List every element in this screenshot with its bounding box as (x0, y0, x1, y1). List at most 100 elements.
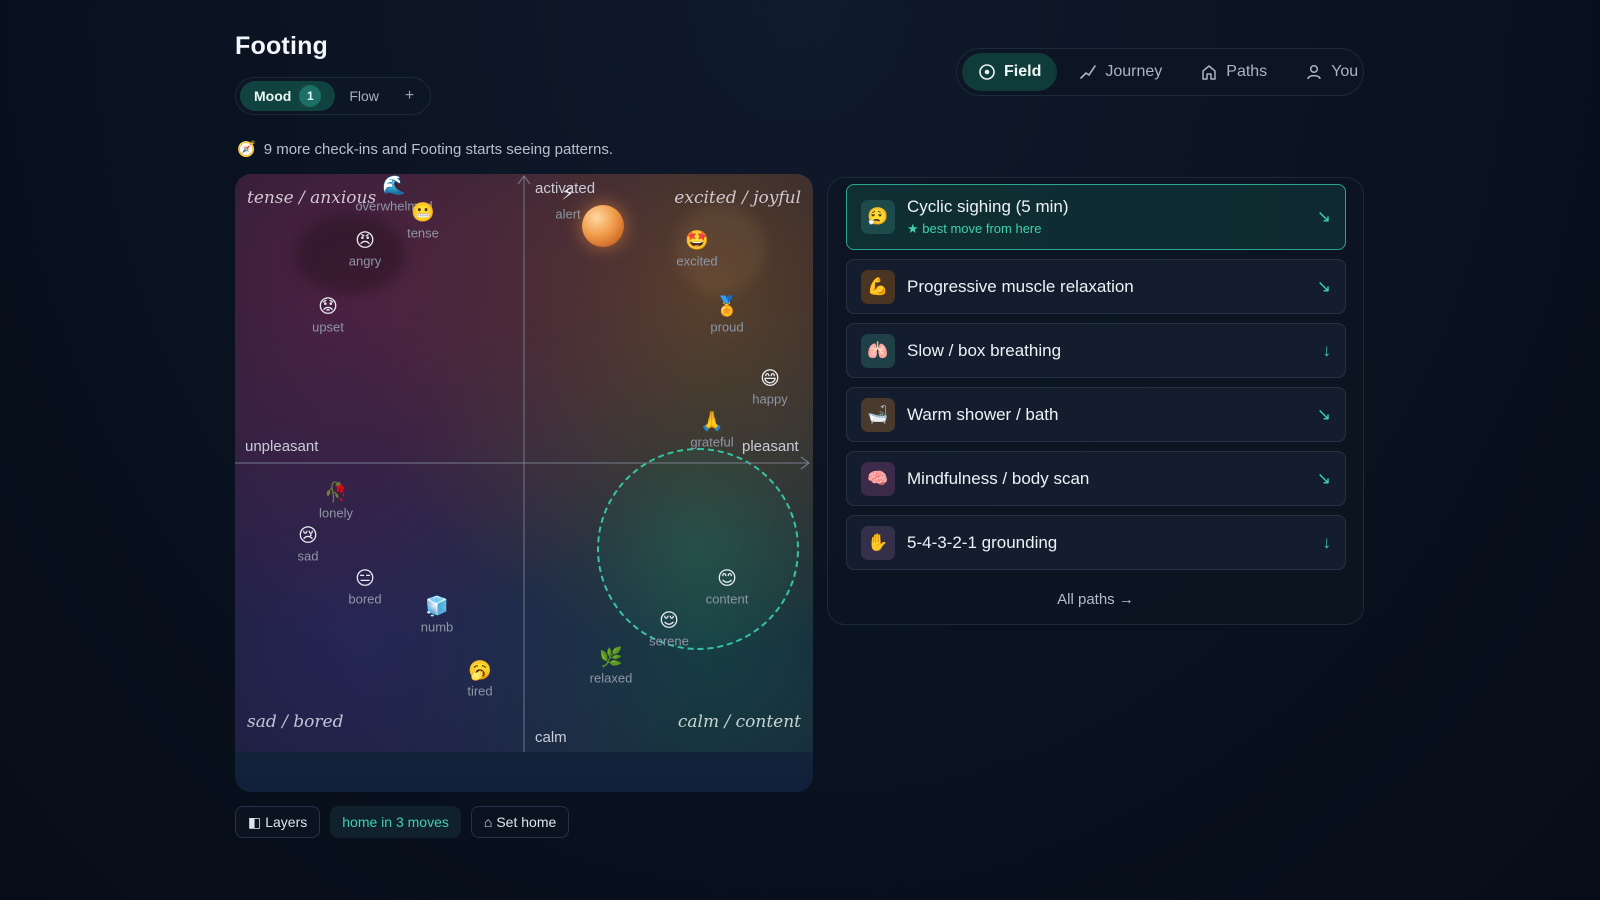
set-home-label: Set home (496, 814, 557, 830)
path-name: Cyclic sighing (5 min) (907, 197, 1069, 216)
emotion-excited[interactable]: 🤩 excited (652, 230, 742, 269)
nav-field-label: Field (1004, 63, 1042, 80)
compass-icon: 🧭 (237, 141, 256, 158)
emotion-label: grateful (690, 434, 734, 450)
emotion-angry[interactable]: 😠 angry (320, 230, 410, 269)
arrow-down-right-icon: ↘ (1316, 276, 1331, 296)
path-mindfulness[interactable]: 🧠 Mindfulness / body scan ↘ (846, 451, 1346, 506)
emotion-grateful[interactable]: 🙏 grateful (667, 411, 757, 450)
path-box-breathing[interactable]: 🫁 Slow / box breathing ↓ (846, 323, 1346, 378)
emotion-label: bored (348, 591, 382, 607)
tense-icon: 😬 (411, 201, 435, 224)
best-move-note: ★ best move from here (907, 221, 1042, 236)
tab-mood-label: Mood (254, 88, 292, 104)
tired-icon: 🥱 (468, 659, 492, 682)
home-icon: ⌂ (483, 814, 493, 830)
angry-icon: 😠 (355, 229, 375, 252)
path-cyclic-sighing[interactable]: 😮‍💨 Cyclic sighing (5 min) ★ best move f… (846, 184, 1346, 250)
quadrant-label-calm: calm / content (677, 712, 801, 732)
grateful-icon: 🙏 (700, 410, 724, 433)
nav-journey[interactable]: Journey (1063, 53, 1178, 91)
excited-icon: 🤩 (685, 229, 709, 252)
emotion-lonely[interactable]: 🥀 lonely (291, 482, 381, 521)
path-progressive-muscle[interactable]: 💪 Progressive muscle relaxation ↘ (846, 259, 1346, 314)
sad-icon: 😢 (298, 524, 318, 547)
emotion-content[interactable]: 😊 content (682, 568, 772, 607)
path-warm-shower[interactable]: 🛁 Warm shower / bath ↘ (846, 387, 1346, 442)
arrow-down-icon: ↓ (1322, 340, 1332, 360)
home-icon (1202, 65, 1217, 80)
upset-icon: 😟 (318, 295, 338, 318)
tab-mood[interactable]: Mood 1 (240, 81, 336, 111)
all-paths-link[interactable]: All paths → (828, 591, 1363, 608)
overwhelmed-icon: 🌊 (382, 174, 406, 197)
path-name: Mindfulness / body scan (907, 468, 1090, 488)
layers-label: Layers (265, 814, 308, 830)
proud-icon: 🏅 (715, 295, 739, 318)
emotion-label: relaxed (589, 670, 633, 686)
emotion-label: proud (710, 319, 744, 335)
field-canvas[interactable]: tense / anxious excited / joyful sad / b… (235, 174, 813, 752)
nav-paths[interactable]: Paths (1184, 53, 1283, 91)
nav-journey-label: Journey (1105, 63, 1163, 80)
path-grounding[interactable]: ✋ 5-4-3-2-1 grounding ↓ (846, 515, 1346, 570)
brain-icon: 🧠 (861, 461, 895, 496)
view-tabs: Mood 1 Flow + (235, 77, 432, 115)
quadrant-label-excited: excited / joyful (674, 188, 801, 208)
tab-flow[interactable]: Flow (335, 81, 393, 111)
target-icon (979, 64, 995, 80)
axis-label-calm: calm (535, 729, 567, 746)
tab-mood-badge: 1 (299, 85, 322, 107)
arrow-down-right-icon: ↘ (1316, 404, 1331, 424)
arrow-down-icon: ↓ (1322, 532, 1332, 552)
emotion-relaxed[interactable]: 🌿 relaxed (566, 647, 656, 686)
hand-icon: ✋ (861, 525, 895, 560)
lungs-icon: 🫁 (861, 333, 895, 368)
exhale-icon: 😮‍💨 (861, 200, 895, 234)
happy-icon: 😄 (760, 367, 780, 390)
emotion-label: numb (420, 619, 454, 635)
path-name: Progressive muscle relaxation (907, 276, 1134, 296)
add-tab-button[interactable]: + (393, 81, 426, 111)
path-name: Warm shower / bath (907, 404, 1059, 424)
nav-field[interactable]: Field (962, 53, 1058, 91)
layers-icon: ◧ (248, 813, 262, 830)
nav-paths-label: Paths (1226, 63, 1268, 80)
emotion-label: content (705, 591, 749, 607)
layers-button[interactable]: ◧ Layers (235, 806, 321, 838)
arrow-down-right-icon: ↘ (1316, 207, 1331, 226)
person-icon (1307, 64, 1321, 80)
relaxed-icon: 🌿 (599, 646, 623, 669)
current-mood-marker[interactable] (582, 205, 624, 247)
emotion-tired[interactable]: 🥱 tired (435, 660, 525, 699)
emotion-happy[interactable]: 😄 happy (725, 368, 813, 407)
emotion-label: happy (752, 391, 788, 407)
emotion-sad[interactable]: 😢 sad (263, 525, 353, 564)
emotion-upset[interactable]: 😟 upset (283, 296, 373, 335)
field-toolbar: ◧ Layers home in 3 moves ⌂ Set home (235, 806, 570, 838)
main-nav: Field Journey Paths You (956, 48, 1364, 96)
arrow-down-right-icon: ↘ (1316, 468, 1331, 488)
bathtub-icon: 🛁 (861, 397, 895, 432)
emotion-label: alert (555, 206, 581, 222)
content-icon: 😊 (717, 567, 737, 590)
quadrant-label-sad: sad / bored (247, 712, 344, 732)
path-name: Slow / box breathing (907, 340, 1062, 360)
set-home-button[interactable]: ⌂ Set home (470, 806, 570, 838)
nav-you[interactable]: You (1289, 53, 1374, 91)
emotion-serene[interactable]: 😌 serene (624, 610, 714, 649)
emotion-label: sad (297, 548, 319, 564)
emotion-label: lonely (319, 505, 353, 521)
serene-icon: 😌 (659, 609, 679, 632)
numb-icon: 🧊 (425, 595, 449, 618)
emotion-label: tired (467, 683, 493, 699)
bored-icon: 😑 (355, 567, 375, 590)
app-title: Footing (235, 32, 329, 60)
path-name: 5-4-3-2-1 grounding (907, 532, 1058, 552)
emotion-label: upset (312, 319, 344, 335)
emotion-proud[interactable]: 🏅 proud (682, 296, 772, 335)
trend-line-icon (1080, 65, 1097, 79)
hint-text: 9 more check-ins and Footing starts seei… (263, 140, 614, 158)
paths-panel: 😮‍💨 Cyclic sighing (5 min) ★ best move f… (827, 177, 1364, 625)
emotion-numb[interactable]: 🧊 numb (392, 596, 482, 635)
